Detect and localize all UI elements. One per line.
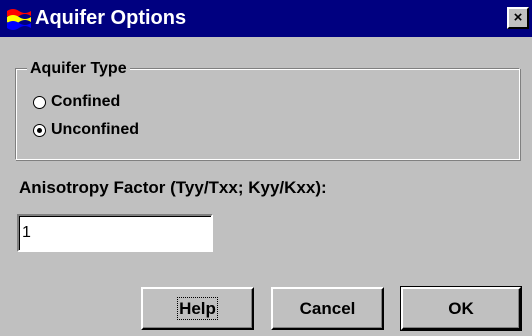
ok-button-label: OK: [448, 299, 474, 318]
help-button-label: Help: [177, 297, 218, 320]
title-bar[interactable]: Aquifer Options ×: [0, 0, 532, 37]
close-button[interactable]: ×: [507, 7, 529, 29]
anisotropy-label: Anisotropy Factor (Tyy/Txx; Kyy/Kxx):: [19, 178, 327, 197]
radio-confined-indicator[interactable]: [33, 95, 46, 109]
cancel-button[interactable]: Cancel: [271, 287, 384, 330]
radio-unconfined-label: Unconfined: [51, 121, 139, 138]
radio-unconfined[interactable]: Unconfined: [33, 120, 139, 140]
anisotropy-input[interactable]: [17, 214, 213, 252]
radio-confined-label: Confined: [51, 93, 121, 110]
cancel-button-label: Cancel: [299, 299, 356, 318]
aquifer-type-group: [15, 68, 520, 160]
help-button[interactable]: Help: [141, 287, 254, 330]
window-title: Aquifer Options: [35, 7, 187, 29]
close-icon: ×: [513, 9, 523, 26]
radio-confined[interactable]: Confined: [33, 92, 120, 112]
ok-button[interactable]: OK: [400, 286, 522, 331]
radio-unconfined-indicator[interactable]: [33, 123, 46, 137]
app-icon: [7, 9, 31, 30]
aquifer-type-legend: Aquifer Type: [27, 60, 130, 78]
